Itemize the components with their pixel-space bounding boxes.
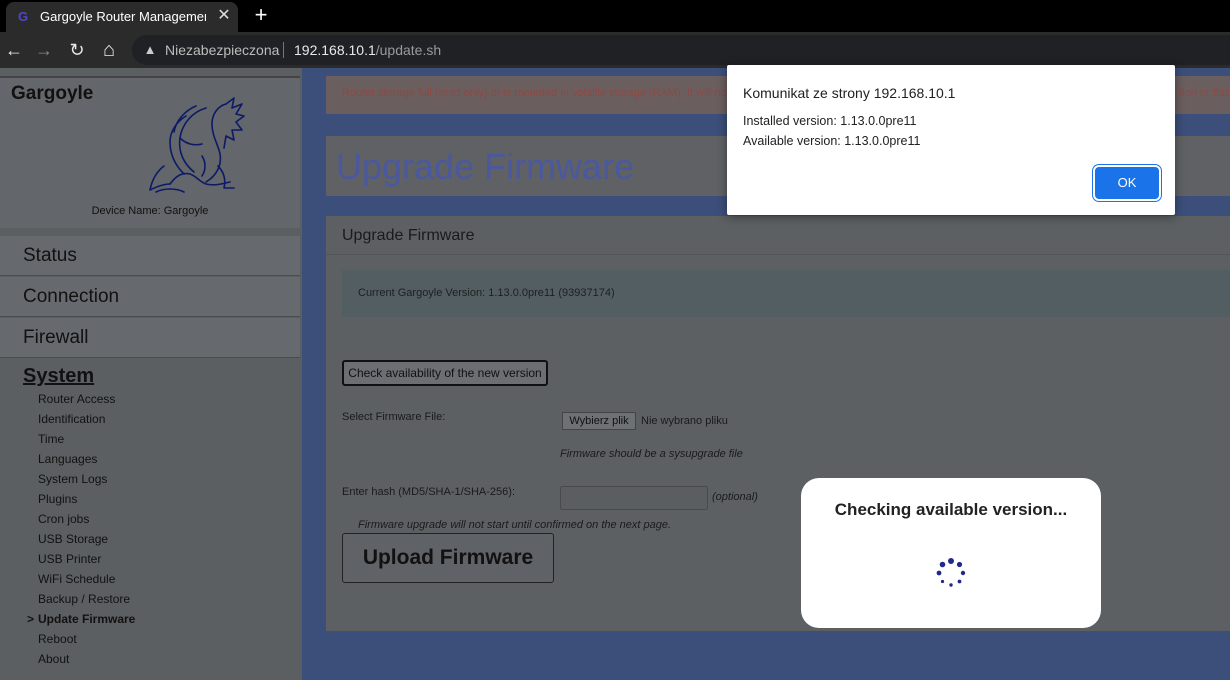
logo-box: Gargoyle Device Name: Gargoyle xyxy=(0,76,300,228)
url-path: /update.sh xyxy=(375,42,442,58)
subnav-backup-restore[interactable]: Backup / Restore xyxy=(38,592,130,606)
no-file-text: Nie wybrano pliku xyxy=(641,415,728,427)
upload-firmware-button[interactable]: Upload Firmware xyxy=(342,533,554,583)
subnav-usb-storage[interactable]: USB Storage xyxy=(38,532,108,546)
active-marker: > xyxy=(27,612,35,626)
hash-label: Enter hash (MD5/SHA-1/SHA-256): xyxy=(342,486,516,498)
gargoyle-favicon-icon: G xyxy=(18,9,29,24)
subnav-plugins[interactable]: Plugins xyxy=(38,492,77,506)
nav-system[interactable]: System xyxy=(23,365,94,388)
nav-connection[interactable]: Connection xyxy=(0,277,300,317)
choose-file-button[interactable]: Wybierz plik xyxy=(562,412,636,430)
subnav-wifi-schedule[interactable]: WiFi Schedule xyxy=(38,572,115,586)
nav-status[interactable]: Status xyxy=(0,236,300,276)
warning-icon[interactable]: ▲ xyxy=(142,42,158,58)
ok-button[interactable]: OK xyxy=(1095,167,1159,199)
url-text[interactable]: 192.168.10.1/update.sh xyxy=(294,42,441,58)
gargoyle-logo-icon xyxy=(149,97,245,193)
subnav-reboot[interactable]: Reboot xyxy=(38,632,77,646)
check-version-button[interactable]: Check availability of the new version xyxy=(342,360,548,386)
subnav-identification[interactable]: Identification xyxy=(38,412,105,426)
subnav-router-access[interactable]: Router Access xyxy=(38,392,115,406)
nav-connection-label: Connection xyxy=(23,286,120,307)
select-file-label: Select Firmware File: xyxy=(342,411,446,423)
subnav-cron-jobs[interactable]: Cron jobs xyxy=(38,512,89,526)
forward-icon[interactable]: → xyxy=(32,38,56,62)
close-tab-icon[interactable]: ✕ xyxy=(216,7,232,25)
subnav-languages[interactable]: Languages xyxy=(38,452,97,466)
browser-tab[interactable]: G Gargoyle Router Management Utility ✕ xyxy=(6,2,238,32)
sidebar: Gargoyle Device Name: Gargoyle Status Co… xyxy=(0,68,302,680)
subnav-system-logs[interactable]: System Logs xyxy=(38,472,107,486)
brand-title: Gargoyle xyxy=(11,83,94,104)
new-tab-button[interactable]: + xyxy=(250,3,272,27)
subnav-update-firmware-label: Update Firmware xyxy=(38,612,136,626)
confirm-note: Firmware upgrade will not start until co… xyxy=(358,519,672,531)
home-icon[interactable]: ⌂ xyxy=(97,38,121,62)
reload-icon[interactable]: ↻ xyxy=(65,38,89,62)
back-icon[interactable]: ← xyxy=(2,38,26,62)
storage-alert-text: Router storage full (read only) or is mo… xyxy=(342,87,727,99)
current-version-text: Current Gargoyle Version: 1.13.0.0pre11 … xyxy=(358,287,615,299)
url-host: 192.168.10.1 xyxy=(294,42,376,58)
nav-firewall[interactable]: Firewall xyxy=(0,318,300,358)
nav-firewall-label: Firewall xyxy=(23,327,89,348)
panel-divider xyxy=(326,254,1230,255)
browser-tab-bar: G Gargoyle Router Management Utility ✕ + xyxy=(0,0,1230,32)
loading-box: Checking available version... xyxy=(801,478,1101,628)
panel-title: Upgrade Firmware xyxy=(342,227,475,244)
hash-optional: (optional) xyxy=(712,491,758,503)
tab-title: Gargoyle Router Management Utility xyxy=(40,9,206,24)
subnav-about[interactable]: About xyxy=(38,652,69,666)
subnav-update-firmware[interactable]: > Update Firmware xyxy=(27,612,136,626)
subnav-time[interactable]: Time xyxy=(38,432,64,446)
available-version: Available version: 1.13.0.0pre11 xyxy=(743,134,921,148)
alert-dialog: Komunikat ze strony 192.168.10.1 Install… xyxy=(727,65,1175,215)
file-hint: Firmware should be a sysupgrade file xyxy=(560,448,743,460)
current-version-box: Current Gargoyle Version: 1.13.0.0pre11 … xyxy=(342,270,1230,317)
page-title: Upgrade Firmware xyxy=(336,146,635,187)
subnav-usb-printer[interactable]: USB Printer xyxy=(38,552,101,566)
browser-toolbar: ← → ↻ ⌂ ▲ Niezabezpieczona 192.168.10.1/… xyxy=(0,32,1230,68)
installed-version: Installed version: 1.13.0.0pre11 xyxy=(743,114,917,128)
spinner-icon xyxy=(936,558,966,587)
hash-input[interactable] xyxy=(560,486,708,510)
dialog-title: Komunikat ze strony 192.168.10.1 xyxy=(743,85,956,101)
device-name: Device Name: Gargoyle xyxy=(91,205,209,217)
nav-status-label: Status xyxy=(23,245,77,266)
insecure-label[interactable]: Niezabezpieczona xyxy=(165,42,279,58)
address-bar[interactable]: ▲ Niezabezpieczona 192.168.10.1/update.s… xyxy=(132,35,1230,65)
loading-text: Checking available version... xyxy=(834,500,1068,519)
storage-alert-text-right: tion or flas xyxy=(1179,87,1230,99)
address-separator xyxy=(283,42,284,58)
